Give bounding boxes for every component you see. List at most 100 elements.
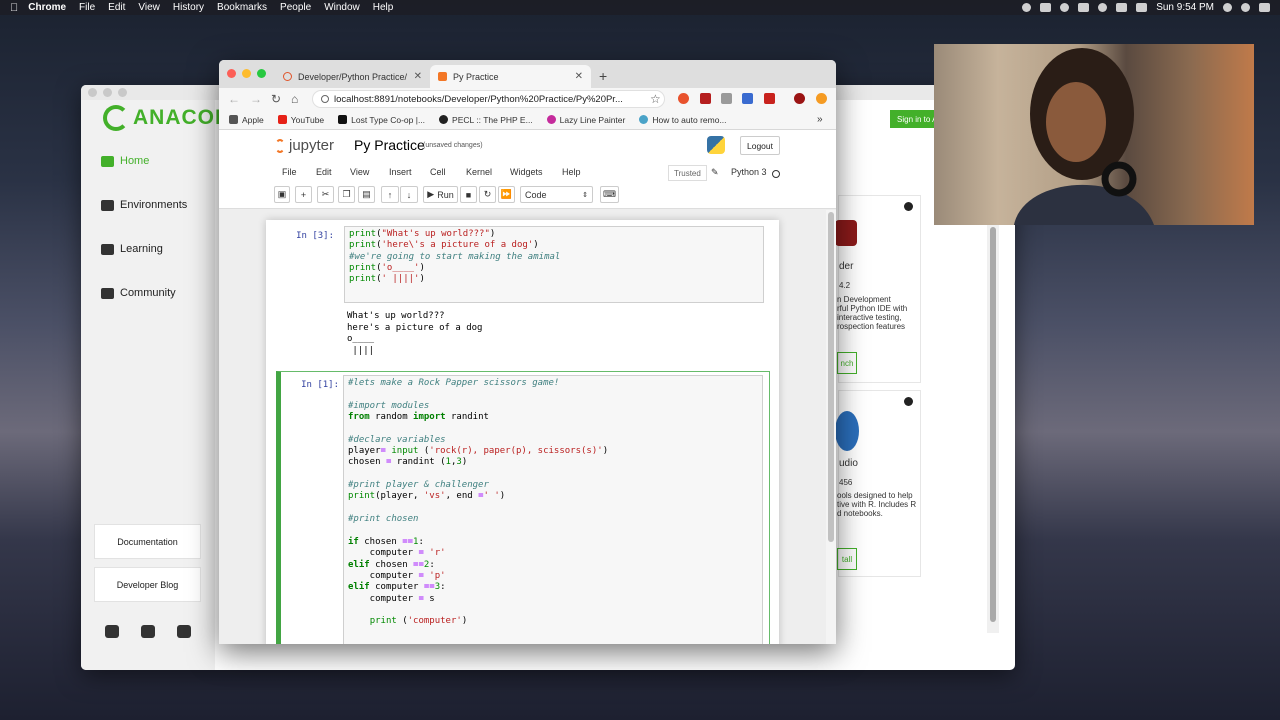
copy-icon[interactable]: ❐ <box>338 186 355 203</box>
jupyter-logo[interactable]: jupyter <box>275 137 334 154</box>
install-button[interactable]: tall <box>837 548 857 570</box>
menubar-clock[interactable]: Sun 9:54 PM <box>1156 2 1214 13</box>
restart-run-all-icon[interactable]: ⏩ <box>498 186 515 203</box>
close-window-button[interactable] <box>88 88 97 97</box>
screen-icon[interactable] <box>1078 3 1090 12</box>
address-bar[interactable]: localhost:8891/notebooks/Developer/Pytho… <box>312 90 665 108</box>
zoom-window-button[interactable] <box>118 88 127 97</box>
move-up-icon[interactable]: ↑ <box>381 186 399 203</box>
menu-bookmarks[interactable]: Bookmarks <box>217 2 267 13</box>
notification-center-icon[interactable] <box>1259 3 1270 12</box>
bookmark-apple[interactable]: Apple <box>229 115 264 125</box>
bookmark-pecl[interactable]: PECL :: The PHP E... <box>439 115 533 125</box>
documentation-link[interactable]: Documentation <box>94 524 201 559</box>
info-icon[interactable] <box>321 95 329 103</box>
logout-button[interactable]: Logout <box>740 136 780 155</box>
jmenu-cell[interactable]: Cell <box>430 167 446 177</box>
minimize-window-button[interactable] <box>103 88 112 97</box>
menu-help[interactable]: Help <box>373 2 394 13</box>
trusted-indicator[interactable]: Trusted <box>668 165 707 181</box>
nav-home[interactable]: Home <box>101 155 149 167</box>
youtube-icon[interactable] <box>141 625 155 638</box>
paste-icon[interactable]: ▤ <box>358 186 375 203</box>
bookmark-lost-type[interactable]: Lost Type Co-op |... <box>338 115 425 125</box>
command-palette-icon[interactable]: ⌨ <box>600 186 619 203</box>
battery-icon[interactable] <box>1116 3 1128 12</box>
extension-icon[interactable] <box>742 93 753 104</box>
notebook-scrollbar[interactable] <box>826 210 836 644</box>
edit-pencil-icon[interactable]: ✎ <box>711 167 719 178</box>
notebook-name[interactable]: Py Practice <box>354 137 425 153</box>
stop-icon[interactable]: ■ <box>460 186 477 203</box>
bookmark-star-icon[interactable]: ☆ <box>650 92 661 106</box>
zoom-window-button[interactable] <box>257 69 266 78</box>
menu-view[interactable]: View <box>138 2 160 13</box>
flag-icon[interactable] <box>1136 3 1148 12</box>
code-cell[interactable]: In [3]: print("What's up world???") prin… <box>276 223 770 365</box>
jmenu-widgets[interactable]: Widgets <box>510 167 543 177</box>
extension-icon[interactable] <box>764 93 775 104</box>
restart-icon[interactable]: ↻ <box>479 186 496 203</box>
close-tab-icon[interactable]: ✕ <box>414 71 422 82</box>
new-tab-plus-icon[interactable]: + <box>599 68 607 84</box>
back-arrow-icon[interactable]: ← <box>228 92 240 106</box>
extension-icon[interactable] <box>816 93 827 104</box>
menu-history[interactable]: History <box>173 2 204 13</box>
github-icon[interactable] <box>177 625 191 638</box>
code-input[interactable]: #lets make a Rock Papper scissors game! … <box>343 375 763 644</box>
bookmarks-overflow-icon[interactable]: » <box>817 114 823 125</box>
wifi-icon[interactable] <box>1098 3 1108 12</box>
nav-learning[interactable]: Learning <box>101 243 163 255</box>
developer-blog-link[interactable]: Developer Blog <box>94 567 201 602</box>
jmenu-file[interactable]: File <box>282 167 297 177</box>
menu-window[interactable]: Window <box>324 2 360 13</box>
menu-people[interactable]: People <box>280 2 311 13</box>
reload-icon[interactable]: ↻ <box>271 92 281 106</box>
run-button[interactable]: ▶ Run <box>423 186 458 203</box>
menu-file[interactable]: File <box>79 2 95 13</box>
save-icon[interactable]: ▣ <box>274 186 290 203</box>
menu-edit[interactable]: Edit <box>108 2 125 13</box>
move-down-icon[interactable]: ↓ <box>400 186 418 203</box>
extension-icon[interactable] <box>700 93 711 104</box>
code-input[interactable]: print("What's up world???") print('here\… <box>344 226 764 303</box>
forward-arrow-icon[interactable]: → <box>250 92 262 106</box>
close-tab-icon[interactable]: ✕ <box>575 71 583 82</box>
siri-icon[interactable] <box>1241 3 1250 12</box>
code-cell-selected[interactable]: In [1]: #lets make a Rock Papper scissor… <box>276 371 770 644</box>
jmenu-view[interactable]: View <box>350 167 369 177</box>
launch-button[interactable]: nch <box>837 352 857 374</box>
tab-developer-python-practice[interactable]: Developer/Python Practice/ ✕ <box>275 65 430 88</box>
extension-icon[interactable] <box>678 93 689 104</box>
nav-environments[interactable]: Environments <box>101 199 187 211</box>
minimize-window-button[interactable] <box>242 69 251 78</box>
apple-menu-icon[interactable]:  <box>10 2 18 14</box>
close-window-button[interactable] <box>227 69 236 78</box>
tab-py-practice[interactable]: Py Practice ✕ <box>430 65 591 88</box>
home-icon[interactable]: ⌂ <box>291 92 298 106</box>
bookmark-youtube[interactable]: YouTube <box>277 115 324 125</box>
record-icon[interactable] <box>1022 3 1032 12</box>
profile-avatar-icon[interactable] <box>794 93 805 104</box>
anaconda-scrollbar[interactable] <box>987 225 999 633</box>
jmenu-help[interactable]: Help <box>562 167 581 177</box>
jmenu-edit[interactable]: Edit <box>316 167 332 177</box>
extension-icon[interactable] <box>721 93 732 104</box>
cell-type-select[interactable]: Code ⇕ <box>520 186 593 203</box>
twitter-icon[interactable] <box>105 625 119 638</box>
jmenu-kernel[interactable]: Kernel <box>466 167 492 177</box>
sync-icon[interactable] <box>1060 3 1070 12</box>
cut-icon[interactable]: ✂ <box>317 186 334 203</box>
insert-cell-icon[interactable]: + <box>295 186 312 203</box>
bookmark-how-to-auto[interactable]: How to auto remo... <box>639 115 727 125</box>
gear-icon[interactable] <box>904 397 913 406</box>
bookmark-lazy-line-painter[interactable]: Lazy Line Painter <box>546 115 625 125</box>
sign-in-button[interactable]: Sign in to A <box>890 110 935 128</box>
jmenu-insert[interactable]: Insert <box>389 167 412 177</box>
cloud-icon[interactable] <box>1040 3 1052 12</box>
spotlight-icon[interactable] <box>1223 3 1232 12</box>
nav-community[interactable]: Community <box>101 287 176 299</box>
rstudio-app-card: udio 456 ools designed to help tive with… <box>835 390 921 577</box>
gear-icon[interactable] <box>904 202 913 211</box>
menu-app-chrome[interactable]: Chrome <box>28 2 66 13</box>
